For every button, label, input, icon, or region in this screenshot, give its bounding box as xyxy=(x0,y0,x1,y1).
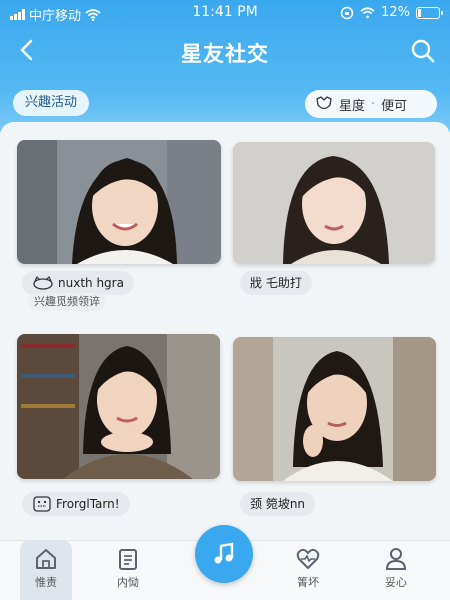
profile-name-label: Frorgl‌Tarn! xyxy=(56,497,120,511)
grid-face-icon xyxy=(33,496,51,512)
profile-photo[interactable] xyxy=(17,140,221,264)
clipboard-icon xyxy=(119,549,137,570)
tab-feed[interactable]: 内恸 xyxy=(98,546,158,590)
status-bar: 中庁移动 11:41 PM 12% xyxy=(0,0,450,26)
tab-home[interactable]: 惟责 xyxy=(16,546,76,590)
home-icon xyxy=(36,549,56,569)
profile-name-label: 戕 乇助打 xyxy=(250,276,302,290)
tab-label: 惟责 xyxy=(35,576,57,589)
profile-name[interactable]: 戕 乇助打 xyxy=(240,271,312,295)
music-center-button[interactable] xyxy=(195,525,253,583)
profile-name[interactable]: 颈 箢坡nn xyxy=(240,492,316,516)
profile-photo[interactable] xyxy=(233,337,436,481)
wifi-status-icon xyxy=(360,6,375,18)
filter-left-label: 星度 xyxy=(339,98,366,114)
battery-icon xyxy=(416,6,443,19)
profile-subtitle: 兴趣觅频领谇 xyxy=(28,293,106,311)
battery-percent: 12% xyxy=(381,5,410,20)
user-icon xyxy=(385,548,407,570)
profile-photo[interactable] xyxy=(233,142,435,264)
tab-profile[interactable]: 妥心 xyxy=(366,546,426,590)
interest-tag[interactable]: 兴趣活动 xyxy=(13,90,90,116)
tab-label: 内恸 xyxy=(117,576,139,589)
search-icon[interactable] xyxy=(410,38,436,64)
filter-right-label: 便可 xyxy=(381,98,408,114)
profile-photo[interactable] xyxy=(17,334,220,479)
profile-name-label: 颈 箢坡nn xyxy=(250,497,306,511)
face-icon xyxy=(33,276,53,290)
filter-pill[interactable]: 星度 · 便可 xyxy=(305,90,437,118)
rotation-lock-icon xyxy=(340,6,354,19)
profile-name-label: nuxth hgra xyxy=(58,276,124,290)
status-right: 12% xyxy=(340,5,443,20)
filter-separator: · xyxy=(371,96,376,112)
profile-name[interactable]: Frorgl‌Tarn! xyxy=(22,492,130,516)
tab-label: 箐坏 xyxy=(297,576,319,589)
heart-pulse-icon xyxy=(296,548,320,569)
page-title: 星友社交 xyxy=(181,42,269,66)
tab-label: 妥心 xyxy=(385,576,407,589)
music-note-icon xyxy=(214,542,234,564)
tab-favorites[interactable]: 箐坏 xyxy=(278,546,338,590)
badge-icon xyxy=(316,96,332,110)
profile-name[interactable]: nuxth hgra xyxy=(22,271,134,295)
